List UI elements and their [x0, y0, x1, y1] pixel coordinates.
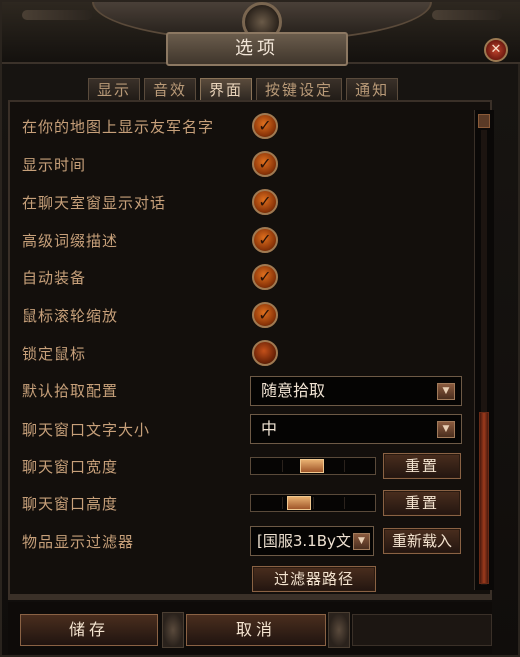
tab-notifications[interactable]: 通知	[346, 78, 399, 100]
filter-path-button[interactable]: 过滤器路径	[252, 566, 376, 592]
chevron-down-icon[interactable]: ▼	[437, 383, 455, 400]
panel-divider	[8, 596, 492, 600]
setting-label-chat-width: 聊天窗口宽度	[22, 458, 119, 476]
setting-label-item-filter: 物品显示过滤器	[22, 533, 135, 551]
chevron-down-icon[interactable]: ▼	[353, 533, 370, 550]
setting-label-loot-config: 默认拾取配置	[22, 382, 119, 400]
item-filter-dropdown[interactable]: [国服3.1By文 ▼	[250, 526, 374, 556]
scrollbar[interactable]	[474, 110, 494, 590]
scroll-thumb[interactable]	[479, 412, 489, 584]
slider-tick	[344, 497, 345, 509]
slider-tick	[344, 460, 345, 472]
setting-label-lock-mouse: 锁定鼠标	[22, 345, 87, 363]
setting-label-chat-height: 聊天窗口高度	[22, 495, 119, 513]
setting-label-wheel-zoom: 鼠标滚轮缩放	[22, 307, 119, 325]
setting-label-chat-font-size: 聊天窗口文字大小	[22, 421, 151, 439]
setting-label-show-time: 显示时间	[22, 156, 87, 174]
tab-interface[interactable]: 界面	[200, 78, 253, 100]
chat-font-size-value: 中	[261, 419, 278, 438]
chat-height-reset-button[interactable]: 重置	[383, 490, 461, 516]
cancel-button[interactable]: 取消	[186, 614, 326, 646]
window-title: 选项	[166, 32, 348, 66]
save-button[interactable]: 储存	[20, 614, 158, 646]
checkbox-chat-dialogue[interactable]: ✓	[252, 189, 278, 215]
tab-bar: 显示 音效 界面 按键设定 通知	[88, 78, 402, 100]
footer-ornament	[328, 612, 350, 648]
setting-label-show-ally-names: 在你的地图上显示友军名字	[22, 118, 215, 136]
tab-keybindings[interactable]: 按键设定	[256, 78, 343, 100]
slider-tick	[313, 497, 314, 509]
filter-reload-button[interactable]: 重新载入	[383, 528, 461, 554]
slider-knob[interactable]	[300, 459, 324, 473]
setting-label-auto-equip: 自动装备	[22, 269, 87, 287]
scroll-up-arrow[interactable]	[478, 114, 490, 128]
checkbox-show-time[interactable]: ✓	[252, 151, 278, 177]
ornament-spike-right	[432, 10, 502, 20]
checkbox-show-ally-names[interactable]: ✓	[252, 113, 278, 139]
item-filter-value: [国服3.1By文	[257, 532, 351, 550]
chat-height-slider[interactable]	[250, 494, 376, 512]
setting-label-advanced-mods: 高级词缀描述	[22, 232, 119, 250]
tab-sound[interactable]: 音效	[144, 78, 197, 100]
loot-config-value: 随意拾取	[261, 381, 326, 400]
chat-width-reset-button[interactable]: 重置	[383, 453, 461, 479]
slider-tick	[282, 497, 283, 509]
chat-width-slider[interactable]	[250, 457, 376, 475]
slider-tick	[282, 460, 283, 472]
chat-font-size-dropdown[interactable]: 中 ▼	[250, 414, 462, 444]
slider-knob[interactable]	[287, 496, 311, 510]
checkbox-lock-mouse[interactable]	[252, 340, 278, 366]
close-button[interactable]: ✕	[484, 38, 508, 62]
checkbox-advanced-mods[interactable]: ✓	[252, 227, 278, 253]
footer-empty-slot	[352, 614, 492, 646]
ornament-spike-left	[22, 10, 92, 20]
options-window: 选项 ✕ 显示 音效 界面 按键设定 通知 在你的地图上显示友军名字 ✓ 显示时…	[0, 0, 520, 657]
loot-config-dropdown[interactable]: 随意拾取 ▼	[250, 376, 462, 406]
footer-ornament	[162, 612, 184, 648]
tab-display[interactable]: 显示	[88, 78, 141, 100]
chevron-down-icon[interactable]: ▼	[437, 421, 455, 438]
setting-label-chat-dialogue: 在聊天室窗显示对话	[22, 194, 167, 212]
checkbox-wheel-zoom[interactable]: ✓	[252, 302, 278, 328]
checkbox-auto-equip[interactable]: ✓	[252, 264, 278, 290]
